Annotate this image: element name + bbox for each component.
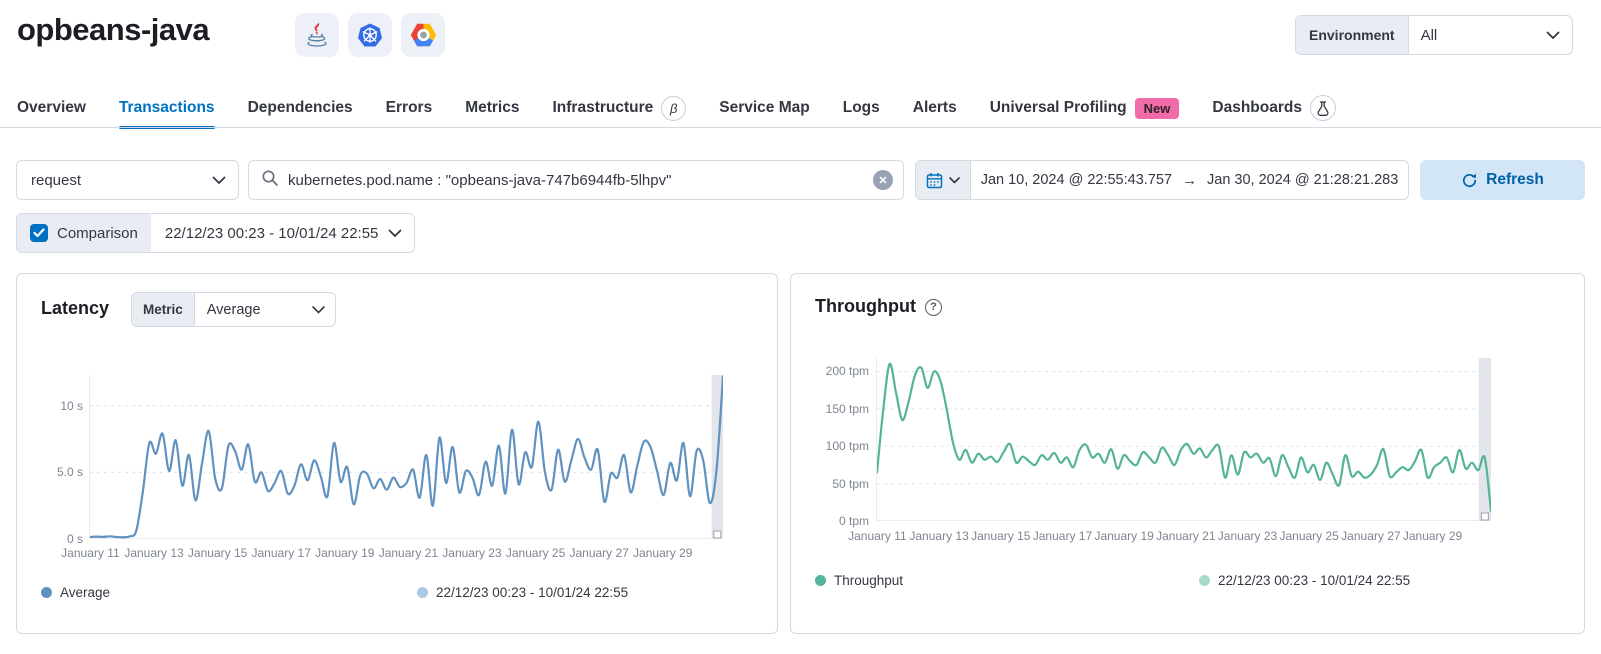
- chevron-down-icon: [388, 229, 402, 238]
- kubernetes-icon: [348, 13, 392, 57]
- date-start[interactable]: Jan 10, 2024 @ 22:55:43.757: [981, 172, 1172, 188]
- chevron-down-icon: [1546, 31, 1560, 40]
- flask-icon: [1310, 95, 1336, 121]
- metric-value[interactable]: Average: [195, 293, 335, 326]
- transaction-type-select[interactable]: request: [16, 160, 239, 200]
- date-picker-menu[interactable]: [916, 161, 971, 199]
- environment-label: Environment: [1296, 16, 1409, 54]
- java-icon: [295, 13, 339, 57]
- tab-infrastructure[interactable]: Infrastructure β: [552, 88, 686, 128]
- environment-value[interactable]: All: [1409, 16, 1572, 54]
- tab-dashboards[interactable]: Dashboards: [1212, 88, 1336, 128]
- tab-dependencies[interactable]: Dependencies: [248, 88, 353, 128]
- throughput-title: Throughput?: [815, 296, 942, 317]
- refresh-icon: [1461, 172, 1478, 189]
- date-range-picker: Jan 10, 2024 @ 22:55:43.757 → Jan 30, 20…: [915, 160, 1409, 200]
- search-icon: [261, 169, 279, 192]
- chevron-down-icon: [312, 306, 325, 314]
- comparison-control: Comparison 22/12/23 00:23 - 10/01/24 22:…: [16, 213, 415, 253]
- latency-title: Latency: [41, 298, 109, 319]
- environment-select[interactable]: Environment All: [1295, 15, 1573, 55]
- arrow-right-icon: →: [1182, 172, 1197, 189]
- tabs-divider: [0, 127, 1601, 128]
- legend-dot: [815, 575, 826, 586]
- tab-errors[interactable]: Errors: [386, 88, 433, 128]
- throughput-panel: Throughput? 0 tpm50 tpm100 tpm150 tpm200…: [790, 273, 1585, 634]
- comparison-checkbox[interactable]: [30, 224, 48, 242]
- question-in-circle-icon[interactable]: ?: [925, 299, 942, 316]
- search-input[interactable]: [288, 172, 873, 189]
- gcp-icon: [401, 13, 445, 57]
- tab-transactions[interactable]: Transactions: [119, 88, 215, 128]
- tab-overview[interactable]: Overview: [17, 88, 86, 128]
- tab-metrics[interactable]: Metrics: [465, 88, 519, 128]
- date-range-values[interactable]: Jan 10, 2024 @ 22:55:43.757 → Jan 30, 20…: [971, 161, 1408, 199]
- legend-dot: [417, 587, 428, 598]
- plot-area[interactable]: [89, 375, 723, 539]
- comparison-select[interactable]: 22/12/23 00:23 - 10/01/24 22:55: [151, 214, 415, 252]
- calendar-icon: [926, 172, 943, 189]
- legend-item-comparison[interactable]: 22/12/23 00:23 - 10/01/24 22:55: [1199, 573, 1410, 588]
- clear-search-icon[interactable]: ✕: [873, 170, 893, 190]
- tab-alerts[interactable]: Alerts: [913, 88, 957, 128]
- metric-label: Metric: [132, 293, 195, 326]
- y-axis: 0 tpm50 tpm100 tpm150 tpm200 tpm: [799, 358, 869, 521]
- tab-logs[interactable]: Logs: [843, 88, 880, 128]
- apm-service-page: opbeans-java: [0, 0, 1601, 654]
- service-technology-icons: [295, 13, 445, 57]
- comparison-prepend: Comparison: [17, 214, 151, 252]
- legend-dot: [1199, 575, 1210, 586]
- band-handle: [714, 531, 721, 538]
- y-axis: 0 s5.0 s10 s: [19, 375, 83, 539]
- latency-metric-select: Metric Average: [131, 292, 336, 327]
- tab-bar: Overview Transactions Dependencies Error…: [17, 88, 1336, 128]
- date-end[interactable]: Jan 30, 2024 @ 21:28:21.283: [1207, 172, 1398, 188]
- legend-item-comparison[interactable]: 22/12/23 00:23 - 10/01/24 22:55: [417, 585, 628, 600]
- legend-item-average[interactable]: Average: [41, 585, 110, 600]
- tab-service-map[interactable]: Service Map: [719, 88, 809, 128]
- comparison-label: Comparison: [57, 225, 138, 242]
- new-badge: New: [1135, 98, 1180, 119]
- refresh-button[interactable]: Refresh: [1420, 160, 1585, 200]
- x-axis: January 11January 13January 15January 17…: [89, 546, 723, 562]
- legend-dot: [41, 587, 52, 598]
- beta-badge: β: [661, 96, 686, 121]
- chevron-down-icon: [949, 177, 960, 184]
- page-title: opbeans-java: [17, 12, 209, 48]
- band-handle: [1481, 513, 1488, 520]
- tab-universal-profiling[interactable]: Universal Profiling New: [990, 88, 1180, 128]
- latency-panel: Latency Metric Average 0 s5.0 s10 s Janu…: [16, 273, 778, 634]
- x-axis: January 11January 13January 15January 17…: [876, 529, 1491, 545]
- kql-search-bar: ✕: [248, 160, 904, 200]
- chevron-down-icon: [212, 176, 226, 185]
- legend-item-throughput[interactable]: Throughput: [815, 573, 903, 588]
- plot-area[interactable]: [876, 358, 1491, 521]
